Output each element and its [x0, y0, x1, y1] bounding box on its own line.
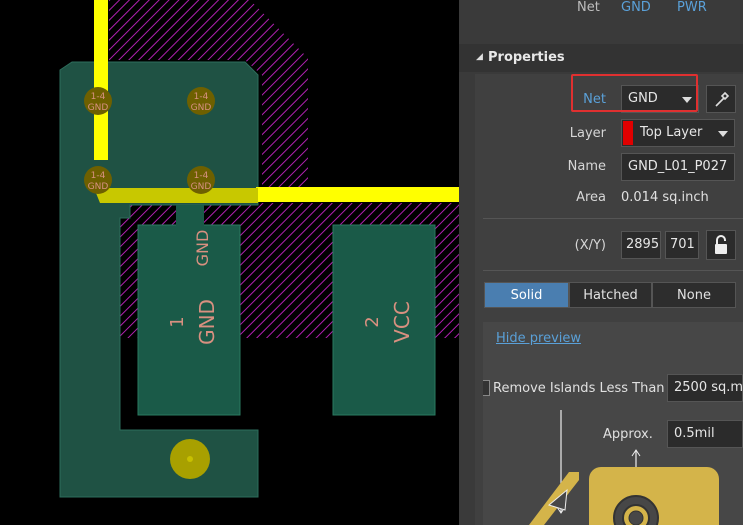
x-field[interactable]: 2895: [621, 231, 661, 259]
name-label: Name: [567, 159, 606, 174]
via-1-label-top: 1-4: [91, 92, 106, 102]
net-picker-button[interactable]: [706, 85, 736, 113]
remove-islands-field[interactable]: 2500 sq.mil: [667, 374, 743, 402]
layer-label: Layer: [569, 126, 606, 141]
x-value: 2895: [626, 237, 660, 252]
collapse-triangle-icon[interactable]: ◢: [476, 52, 483, 62]
divider-1: [483, 218, 743, 219]
pad-1-net: GND: [195, 299, 219, 345]
pad-2-net: VCC: [390, 301, 414, 343]
remove-islands-value: 2500 sq.mil: [674, 380, 743, 395]
pad-1-neck: [176, 205, 204, 227]
area-value: 0.014 sq.inch: [621, 190, 709, 205]
via-4-label-bottom: GND: [191, 182, 212, 192]
xy-label: (X/Y): [574, 238, 606, 253]
track-horizontal[interactable]: [256, 187, 459, 202]
via-3-label-bottom: GND: [88, 182, 109, 192]
unlock-icon: [715, 235, 727, 254]
via-bottom-hole: [187, 456, 193, 462]
properties-section-header[interactable]: ◢ Properties: [459, 44, 743, 72]
remove-islands-label: Remove Islands Less Than: [493, 381, 665, 396]
y-field[interactable]: 701: [665, 231, 699, 259]
divider-2: [483, 270, 743, 271]
preview-illustration: [529, 410, 719, 525]
lock-button[interactable]: [706, 230, 736, 260]
eyedropper-icon: [715, 91, 730, 107]
pad-2-number: 2: [362, 316, 383, 327]
layer-color-swatch: [623, 121, 633, 145]
pcb-drawing[interactable]: 1-4 GND 1-4 GND 1-4 GND 1-4 GND GND 1 GN…: [0, 0, 459, 525]
net-row: Net GND PWR: [471, 0, 743, 28]
via-3-label-top: 1-4: [91, 171, 106, 181]
name-value: GND_L01_P027: [628, 159, 728, 174]
layer-dropdown-value: Top Layer: [640, 125, 703, 140]
via-1-label-bottom: GND: [88, 103, 109, 113]
y-value: 701: [670, 237, 695, 252]
layer-dropdown[interactable]: Top Layer: [621, 119, 735, 147]
fill-mode-none[interactable]: None: [652, 282, 736, 308]
track-vertical[interactable]: [94, 0, 108, 160]
name-field[interactable]: GND_L01_P027: [621, 153, 735, 181]
pad-2[interactable]: [332, 224, 436, 416]
pcb-canvas[interactable]: 1-4 GND 1-4 GND 1-4 GND 1-4 GND GND 1 GN…: [0, 0, 459, 525]
fill-mode-hatched[interactable]: Hatched: [569, 282, 652, 308]
net-row-value-gnd[interactable]: GND: [621, 0, 651, 15]
via-2-label-top: 1-4: [194, 92, 209, 102]
track-junction[interactable]: [94, 188, 258, 203]
pad-1-number: 1: [167, 316, 188, 327]
pad-gnd-small-label: GND: [193, 230, 212, 267]
properties-title: Properties: [488, 50, 565, 65]
via-4-label-top: 1-4: [194, 171, 209, 181]
pad-1[interactable]: [137, 224, 241, 416]
fill-mode-solid[interactable]: Solid: [484, 282, 569, 308]
net-highlight-box: [571, 74, 698, 112]
net-row-value-pwr[interactable]: PWR: [677, 0, 707, 15]
chevron-down-icon: [718, 131, 728, 137]
area-label: Area: [576, 190, 606, 205]
remove-islands-checkbox[interactable]: [483, 380, 490, 396]
hide-preview-link[interactable]: Hide preview: [496, 331, 581, 346]
via-2-label-bottom: GND: [191, 103, 212, 113]
net-row-label: Net: [577, 0, 600, 15]
